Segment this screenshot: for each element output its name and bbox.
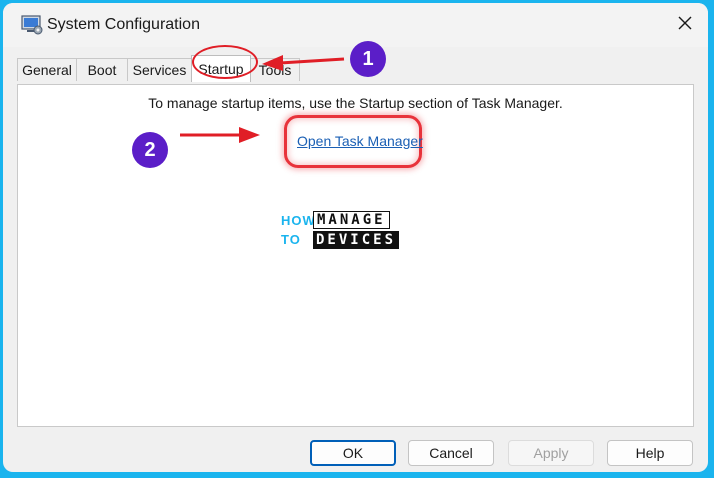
tab-services[interactable]: Services <box>127 58 192 81</box>
title-bar: System Configuration <box>3 3 708 47</box>
tab-boot[interactable]: Boot <box>76 58 128 81</box>
startup-instruction-text: To manage startup items, use the Startup… <box>148 95 563 111</box>
tab-general[interactable]: General <box>17 58 77 81</box>
logo-how-text: HOW <box>281 213 316 228</box>
system-configuration-window: System Configuration General Boot Servic… <box>3 3 708 472</box>
help-button[interactable]: Help <box>607 440 693 466</box>
ok-button[interactable]: OK <box>310 440 396 466</box>
howtomanagedevices-logo: HOW TO MANAGE DEVICES <box>279 208 400 254</box>
cancel-button[interactable]: Cancel <box>408 440 494 466</box>
close-button[interactable] <box>662 3 708 43</box>
msconfig-app-icon <box>21 15 43 35</box>
logo-devices-text: DEVICES <box>313 231 400 249</box>
logo-manage-text: MANAGE <box>313 211 390 229</box>
apply-button[interactable]: Apply <box>508 440 594 466</box>
startup-tab-circle-annotation <box>192 45 258 79</box>
window-title: System Configuration <box>47 16 200 33</box>
close-icon <box>678 16 692 30</box>
logo-to-text: TO <box>281 232 301 247</box>
step-1-badge: 1 <box>350 41 386 77</box>
startup-tab-panel: To manage startup items, use the Startup… <box>17 84 694 427</box>
step-2-badge: 2 <box>132 132 168 168</box>
open-task-manager-link[interactable]: Open Task Manager <box>297 133 423 149</box>
